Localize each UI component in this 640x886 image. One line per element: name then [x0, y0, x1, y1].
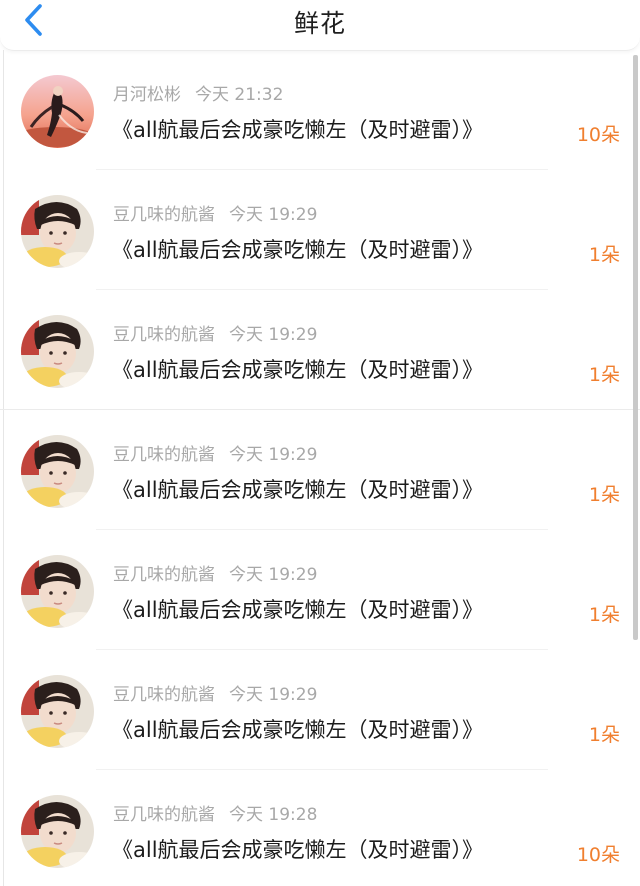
avatar[interactable]: [21, 795, 94, 868]
list-item[interactable]: 豆几味的航酱 今天 19:29 《all航最后会成豪吃懒左（及时避雷）》 1朵: [0, 290, 640, 410]
work-title[interactable]: 《all航最后会成豪吃懒左（及时避雷）》: [112, 714, 483, 744]
gift-meta: 豆几味的航酱 今天 19:29: [113, 680, 317, 705]
list-item[interactable]: 豆几味的航酱 今天 19:29 《all航最后会成豪吃懒左（及时避雷）》 1朵: [0, 530, 640, 650]
flowers-screen: 鲜花 月河松彬 今天 21:32 《all航最后会成豪吃懒左（及时避雷）》 10…: [0, 0, 640, 886]
sender-name[interactable]: 豆几味的航酱: [113, 325, 215, 345]
scrollbar[interactable]: [633, 55, 638, 640]
list-item[interactable]: 月河松彬 今天 21:32 《all航最后会成豪吃懒左（及时避雷）》 10朵: [0, 50, 640, 170]
list-item[interactable]: 豆几味的航酱 今天 19:29 《all航最后会成豪吃懒左（及时避雷）》 1朵: [0, 410, 640, 530]
avatar[interactable]: [21, 435, 94, 508]
avatar-boy: [21, 675, 94, 748]
flower-count: 10朵: [576, 844, 620, 866]
work-title[interactable]: 《all航最后会成豪吃懒左（及时避雷）》: [112, 354, 483, 384]
avatar-boy: [21, 315, 94, 388]
gift-meta: 月河松彬 今天 21:32: [113, 80, 283, 105]
work-title[interactable]: 《all航最后会成豪吃懒左（及时避雷）》: [112, 834, 483, 864]
top-bar: 鲜花: [0, 0, 640, 51]
gift-time: 今天 19:29: [229, 205, 318, 225]
sender-name[interactable]: 豆几味的航酱: [113, 685, 215, 705]
gift-time: 今天 19:29: [229, 445, 318, 465]
work-title[interactable]: 《all航最后会成豪吃懒左（及时避雷）》: [112, 234, 483, 264]
gift-time: 今天 21:32: [195, 85, 284, 105]
flower-count: 1朵: [588, 244, 620, 266]
sender-name[interactable]: 豆几味的航酱: [113, 805, 215, 825]
avatar[interactable]: [21, 555, 94, 628]
sender-name[interactable]: 豆几味的航酱: [113, 565, 215, 585]
avatar-boy: [21, 795, 94, 868]
gift-meta: 豆几味的航酱 今天 19:28: [113, 800, 317, 825]
gift-time: 今天 19:28: [229, 805, 318, 825]
sender-name[interactable]: 豆几味的航酱: [113, 445, 215, 465]
gift-time: 今天 19:29: [229, 685, 318, 705]
avatar-boy: [21, 195, 94, 268]
page-title: 鲜花: [293, 9, 346, 38]
gift-meta: 豆几味的航酱 今天 19:29: [113, 200, 317, 225]
flower-count: 10朵: [576, 124, 620, 146]
avatar-boy: [21, 435, 94, 508]
flower-count: 1朵: [588, 484, 620, 506]
gift-time: 今天 19:29: [229, 565, 318, 585]
gift-meta: 豆几味的航酱 今天 19:29: [113, 440, 317, 465]
avatar[interactable]: [21, 75, 94, 148]
gift-time: 今天 19:29: [229, 325, 318, 345]
avatar[interactable]: [21, 195, 94, 268]
avatar-boy: [21, 555, 94, 628]
flower-count: 1朵: [588, 604, 620, 626]
work-title[interactable]: 《all航最后会成豪吃懒左（及时避雷）》: [112, 114, 483, 144]
list-item[interactable]: 豆几味的航酱 今天 19:28 《all航最后会成豪吃懒左（及时避雷）》 10朵: [0, 770, 640, 886]
work-title[interactable]: 《all航最后会成豪吃懒左（及时避雷）》: [112, 474, 483, 504]
sender-name[interactable]: 豆几味的航酱: [113, 205, 215, 225]
work-title[interactable]: 《all航最后会成豪吃懒左（及时避雷）》: [112, 594, 483, 624]
flower-count: 1朵: [588, 724, 620, 746]
avatar[interactable]: [21, 675, 94, 748]
flower-count: 1朵: [588, 364, 620, 386]
avatar[interactable]: [21, 315, 94, 388]
list-item[interactable]: 豆几味的航酱 今天 19:29 《all航最后会成豪吃懒左（及时避雷）》 1朵: [0, 650, 640, 770]
flower-list: 月河松彬 今天 21:32 《all航最后会成豪吃懒左（及时避雷）》 10朵 豆…: [0, 50, 640, 886]
list-item[interactable]: 豆几味的航酱 今天 19:29 《all航最后会成豪吃懒左（及时避雷）》 1朵: [0, 170, 640, 290]
gift-meta: 豆几味的航酱 今天 19:29: [113, 320, 317, 345]
gift-meta: 豆几味的航酱 今天 19:29: [113, 560, 317, 585]
sender-name[interactable]: 月河松彬: [113, 85, 181, 105]
avatar-dancer: [21, 75, 94, 148]
